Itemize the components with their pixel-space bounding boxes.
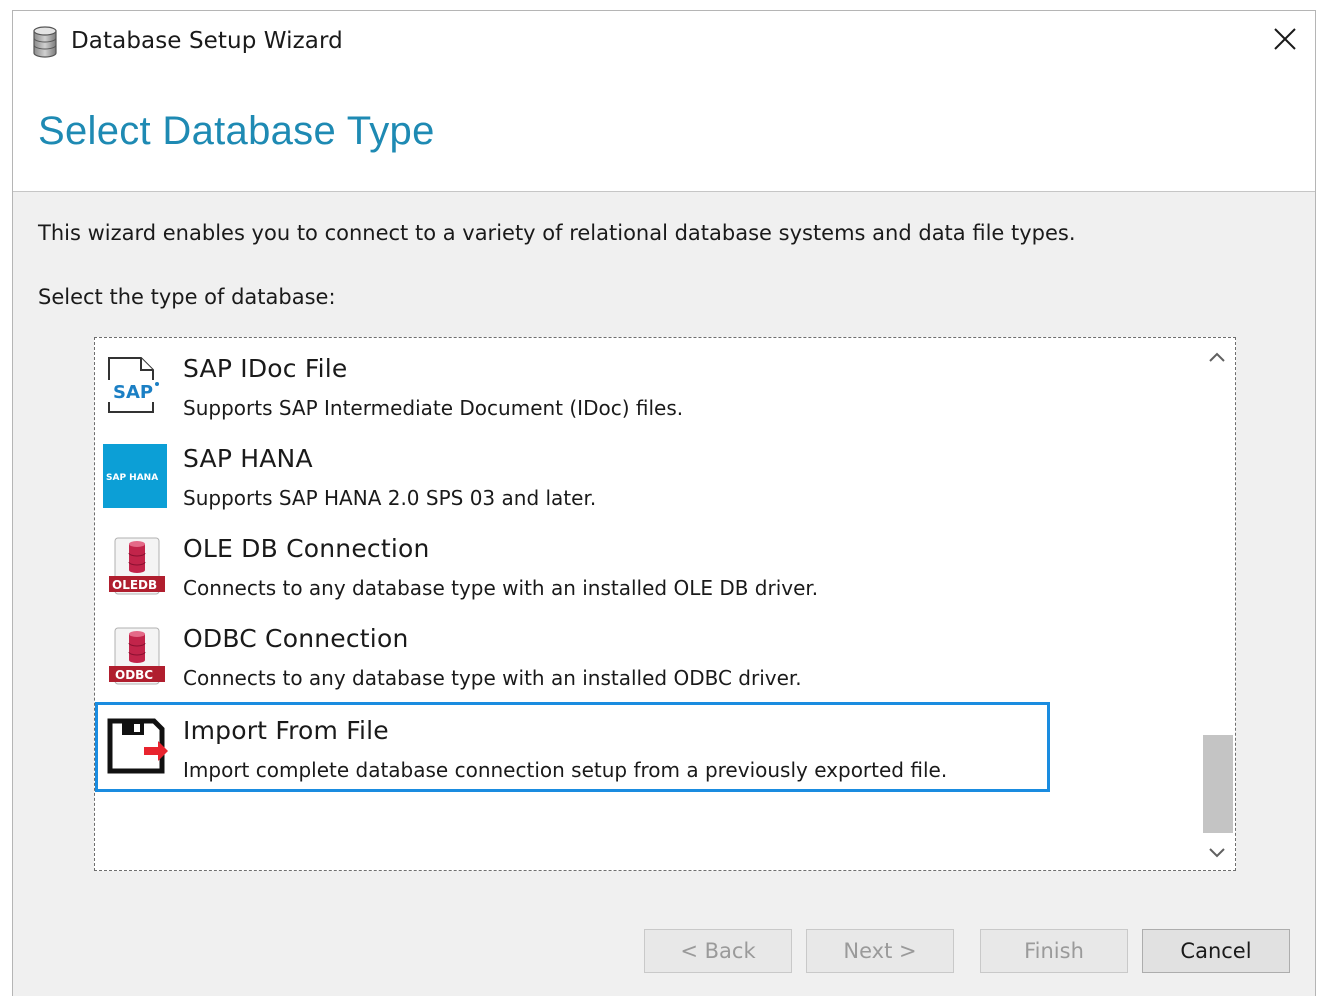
list-item-oledb[interactable]: OLEDB OLE DB Connection Connects to any … bbox=[95, 520, 1050, 610]
sap-hana-icon: SAP HANA bbox=[103, 444, 167, 508]
odbc-icon: ODBC bbox=[105, 626, 169, 686]
intro-text: This wizard enables you to connect to a … bbox=[38, 221, 1076, 245]
window-title: Database Setup Wizard bbox=[71, 28, 343, 54]
item-title: SAP HANA bbox=[183, 444, 313, 473]
close-icon bbox=[1274, 28, 1296, 54]
sap-file-icon: SAP bbox=[105, 356, 169, 416]
item-description: Connects to any database type with an in… bbox=[183, 576, 819, 600]
page-title: Select Database Type bbox=[38, 109, 435, 153]
item-description: Connects to any database type with an in… bbox=[183, 666, 802, 690]
item-title: SAP IDoc File bbox=[183, 354, 348, 383]
item-title: ODBC Connection bbox=[183, 624, 409, 653]
select-type-label: Select the type of database: bbox=[38, 285, 336, 309]
scroll-thumb[interactable] bbox=[1203, 735, 1233, 833]
cancel-button[interactable]: Cancel bbox=[1142, 929, 1290, 973]
wizard-header: Database Setup Wizard Select Database Ty… bbox=[13, 11, 1315, 192]
next-button[interactable]: Next > bbox=[806, 929, 954, 973]
item-description: Import complete database connection setu… bbox=[183, 758, 948, 782]
scroll-down-button[interactable] bbox=[1200, 835, 1234, 869]
database-icon bbox=[31, 25, 59, 59]
item-title: OLE DB Connection bbox=[183, 534, 430, 563]
import-file-icon bbox=[106, 717, 170, 777]
back-button[interactable]: < Back bbox=[644, 929, 792, 973]
item-description: Supports SAP HANA 2.0 SPS 03 and later. bbox=[183, 486, 597, 510]
list-scrollbar[interactable] bbox=[1200, 339, 1234, 869]
chevron-down-icon bbox=[1209, 843, 1225, 862]
item-description: Supports SAP Intermediate Document (IDoc… bbox=[183, 396, 684, 420]
item-title: Import From File bbox=[183, 716, 389, 745]
list-item-odbc[interactable]: ODBC ODBC Connection Connects to any dat… bbox=[95, 610, 1050, 700]
close-button[interactable] bbox=[1255, 15, 1315, 67]
scroll-up-button[interactable] bbox=[1200, 339, 1234, 373]
svg-text:ODBC: ODBC bbox=[115, 668, 153, 682]
list-item-sap-hana[interactable]: SAP HANA SAP HANA Supports SAP HANA 2.0 … bbox=[95, 430, 1050, 520]
svg-text:SAP HANA: SAP HANA bbox=[106, 473, 158, 483]
oledb-icon: OLEDB bbox=[105, 536, 169, 596]
list-item-sap-idoc[interactable]: SAP SAP IDoc File Supports SAP Intermedi… bbox=[95, 340, 1050, 430]
database-type-list[interactable]: SAP SAP IDoc File Supports SAP Intermedi… bbox=[94, 337, 1236, 871]
finish-button[interactable]: Finish bbox=[980, 929, 1128, 973]
list-item-import-from-file[interactable]: Import From File Import complete databas… bbox=[95, 702, 1050, 792]
chevron-up-icon bbox=[1209, 347, 1225, 366]
wizard-window: Database Setup Wizard Select Database Ty… bbox=[12, 10, 1316, 996]
title-bar: Database Setup Wizard bbox=[13, 11, 1315, 71]
svg-text:OLEDB: OLEDB bbox=[112, 578, 157, 592]
svg-text:SAP: SAP bbox=[113, 382, 153, 403]
